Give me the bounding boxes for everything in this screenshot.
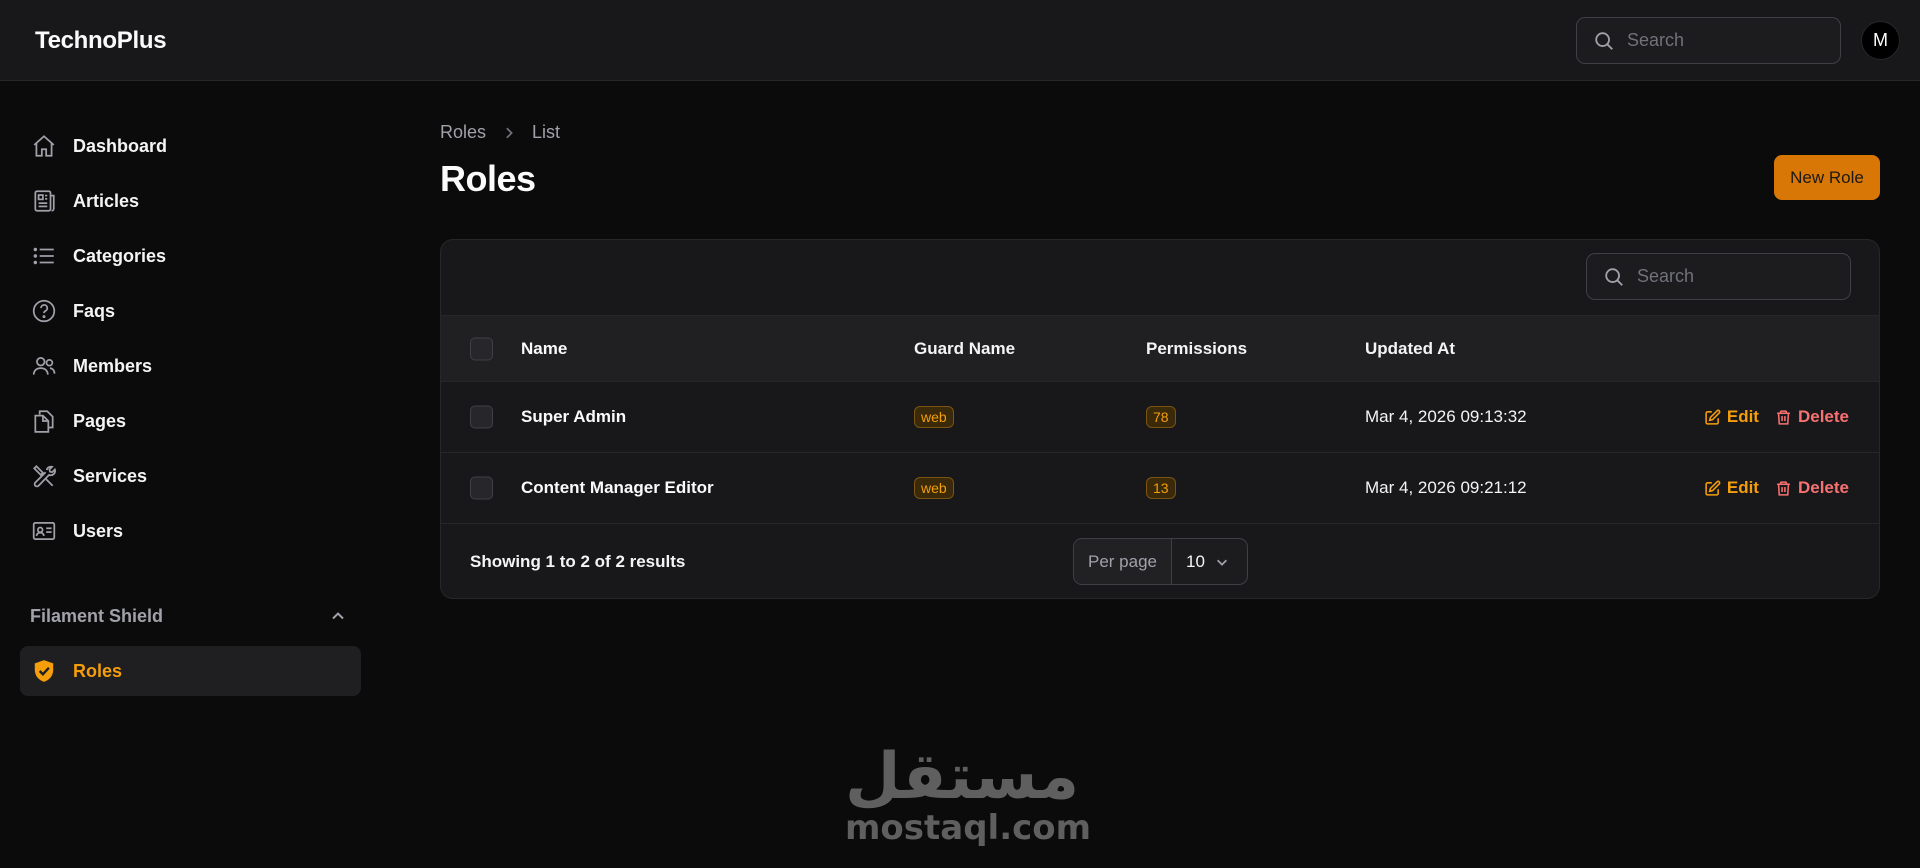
permissions-count-badge: 13 bbox=[1146, 477, 1176, 499]
shield-check-icon bbox=[34, 660, 54, 682]
sidebar-item-roles[interactable]: Roles bbox=[20, 646, 361, 696]
delete-action[interactable]: Delete bbox=[1775, 407, 1849, 427]
per-page-label: Per page bbox=[1074, 539, 1172, 584]
edit-icon bbox=[1705, 480, 1721, 496]
search-icon bbox=[1595, 31, 1613, 50]
column-header-name[interactable]: Name bbox=[521, 339, 567, 359]
per-page-selected: 10 bbox=[1186, 551, 1205, 571]
column-header-guard-name[interactable]: Guard Name bbox=[914, 339, 1015, 359]
sidebar: Dashboard Articles Categories Faqs Membe… bbox=[0, 81, 370, 868]
documents-icon bbox=[34, 410, 54, 433]
question-circle-icon bbox=[32, 299, 56, 323]
table-row[interactable]: Content Manager Editor web 13 Mar 4, 202… bbox=[441, 453, 1879, 524]
sidebar-item-label: Pages bbox=[73, 410, 127, 431]
table-search-input[interactable] bbox=[1637, 266, 1827, 287]
table-toolbar bbox=[441, 240, 1879, 316]
delete-action[interactable]: Delete bbox=[1775, 478, 1849, 498]
sidebar-item-dashboard[interactable]: Dashboard bbox=[20, 121, 361, 171]
updated-at: Mar 4, 2026 09:13:32 bbox=[1365, 407, 1527, 426]
newspaper-icon bbox=[34, 190, 55, 212]
sidebar-item-pages[interactable]: Pages bbox=[20, 396, 361, 446]
breadcrumb: Roles List bbox=[440, 122, 560, 143]
guard-badge: web bbox=[914, 477, 954, 499]
row-actions: Edit Delete bbox=[1704, 407, 1849, 427]
edit-action[interactable]: Edit bbox=[1704, 407, 1759, 427]
table-header: Name Guard Name Permissions Updated At bbox=[441, 316, 1879, 382]
search-icon bbox=[1605, 267, 1623, 286]
sidebar-item-label: Members bbox=[73, 355, 153, 376]
sidebar-item-members[interactable]: Members bbox=[20, 341, 361, 391]
roles-table-panel: Name Guard Name Permissions Updated At S… bbox=[440, 239, 1880, 599]
edit-label: Edit bbox=[1726, 407, 1759, 426]
results-summary: Showing 1 to 2 of 2 results bbox=[470, 552, 686, 571]
guard-cell: web bbox=[914, 406, 954, 428]
sidebar-item-label: Faqs bbox=[73, 300, 116, 321]
guard-cell: web bbox=[914, 477, 954, 499]
sidebar-item-users[interactable]: Users bbox=[20, 506, 361, 556]
global-search-input[interactable] bbox=[1627, 30, 1817, 51]
nav-group-filament-shield[interactable]: Filament Shield bbox=[30, 602, 350, 630]
user-avatar[interactable]: M bbox=[1861, 21, 1900, 60]
updated-at: Mar 4, 2026 09:21:12 bbox=[1365, 478, 1527, 497]
sidebar-item-label: Users bbox=[73, 520, 124, 541]
select-all-checkbox[interactable] bbox=[470, 337, 493, 360]
permissions-count-badge: 78 bbox=[1146, 406, 1176, 428]
permissions-cell: 78 bbox=[1146, 406, 1176, 428]
top-bar: TechnoPlus M bbox=[0, 0, 1920, 81]
sidebar-item-label: Dashboard bbox=[73, 135, 168, 156]
row-checkbox[interactable] bbox=[470, 405, 493, 429]
chevron-up-icon[interactable] bbox=[330, 608, 346, 624]
guard-badge: web bbox=[914, 406, 954, 428]
table-footer: Showing 1 to 2 of 2 results Per page 10 bbox=[441, 524, 1879, 598]
sidebar-item-faqs[interactable]: Faqs bbox=[20, 286, 361, 336]
permissions-cell: 13 bbox=[1146, 477, 1176, 499]
per-page-value[interactable]: 10 bbox=[1172, 539, 1247, 584]
page-title: Roles bbox=[440, 158, 536, 199]
chevron-down-icon bbox=[1216, 559, 1227, 566]
delete-label: Delete bbox=[1797, 478, 1849, 497]
edit-label: Edit bbox=[1726, 478, 1759, 497]
sidebar-item-label: Articles bbox=[73, 190, 140, 211]
edit-action[interactable]: Edit bbox=[1704, 478, 1759, 498]
chevron-right-icon bbox=[506, 127, 513, 138]
row-actions: Edit Delete bbox=[1704, 478, 1849, 498]
breadcrumb-root[interactable]: Roles bbox=[440, 122, 486, 143]
sidebar-item-label: Services bbox=[73, 465, 148, 486]
trash-icon bbox=[1777, 409, 1790, 425]
delete-label: Delete bbox=[1797, 407, 1849, 426]
tools-icon bbox=[33, 465, 56, 488]
column-header-updated-at[interactable]: Updated At bbox=[1365, 339, 1455, 359]
id-card-icon bbox=[32, 522, 56, 540]
watermark-latin: mostaql.com bbox=[845, 808, 1092, 848]
brand-logo[interactable]: TechnoPlus bbox=[35, 27, 167, 55]
table-search[interactable] bbox=[1586, 253, 1851, 300]
per-page-select[interactable]: Per page 10 bbox=[1073, 538, 1248, 585]
column-header-permissions[interactable]: Permissions bbox=[1146, 339, 1247, 359]
edit-icon bbox=[1705, 409, 1721, 425]
watermark-arabic: مستقل bbox=[845, 740, 1080, 814]
watermark: مستقل mostaql.com bbox=[845, 740, 1092, 848]
role-name: Super Admin bbox=[521, 407, 627, 426]
sidebar-item-categories[interactable]: Categories bbox=[20, 231, 361, 281]
home-icon bbox=[33, 135, 55, 157]
role-name: Content Manager Editor bbox=[521, 478, 714, 497]
users-icon bbox=[32, 357, 56, 375]
sidebar-item-label: Roles bbox=[73, 660, 123, 681]
global-search[interactable] bbox=[1576, 17, 1841, 64]
row-checkbox[interactable] bbox=[470, 476, 493, 500]
table-row[interactable]: Super Admin web 78 Mar 4, 2026 09:13:32 … bbox=[441, 382, 1879, 453]
breadcrumb-current: List bbox=[532, 122, 561, 142]
sidebar-item-services[interactable]: Services bbox=[20, 451, 361, 501]
trash-icon bbox=[1777, 480, 1790, 496]
new-role-button[interactable]: New Role bbox=[1774, 155, 1880, 200]
nav-group-label: Filament Shield bbox=[30, 605, 164, 626]
sidebar-item-label: Categories bbox=[73, 245, 167, 266]
list-icon bbox=[33, 247, 54, 265]
sidebar-item-articles[interactable]: Articles bbox=[20, 176, 361, 226]
